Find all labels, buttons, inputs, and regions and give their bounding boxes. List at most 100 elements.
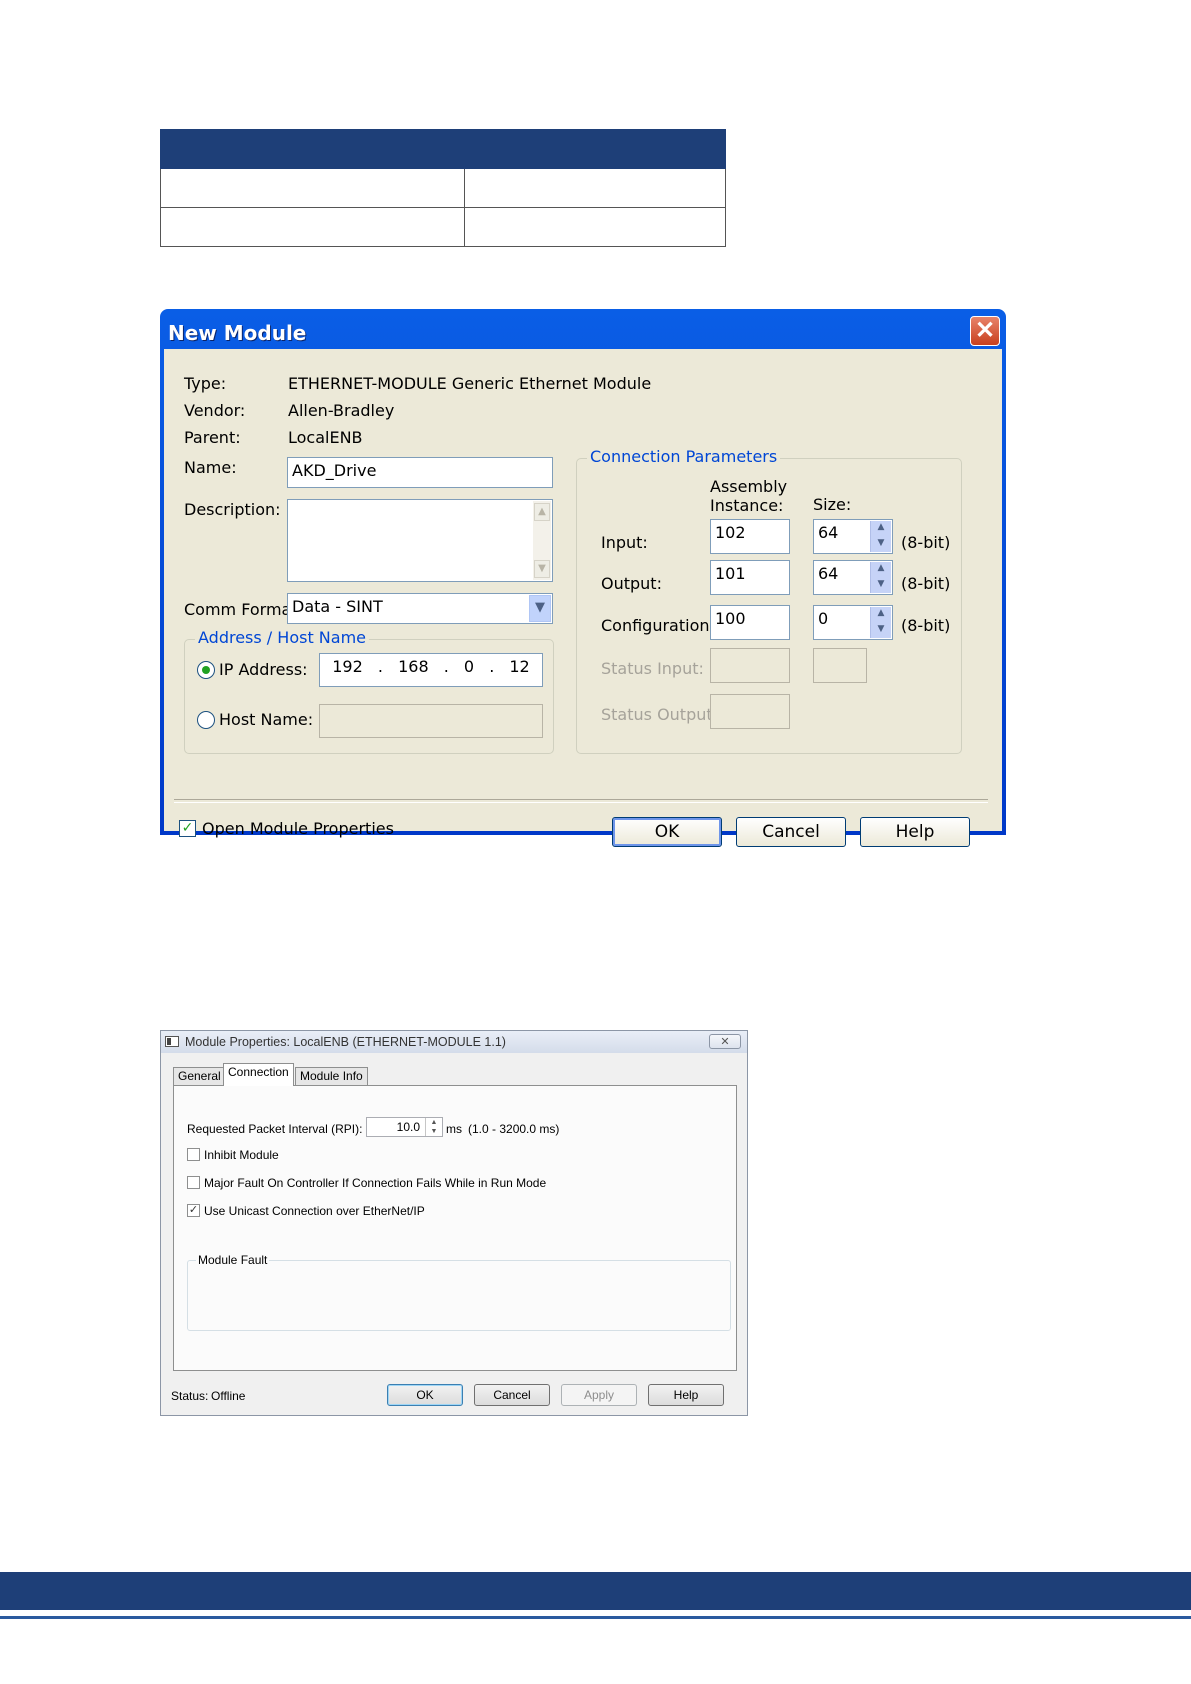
output-instance-field[interactable]: 101 xyxy=(710,560,790,595)
close-icon[interactable]: ✕ xyxy=(970,316,1000,346)
spin-down-icon[interactable]: ▼ xyxy=(871,623,891,639)
comm-format-select[interactable]: Data - SINT ▼ xyxy=(287,593,553,624)
spinner[interactable]: ▲ ▼ xyxy=(870,562,891,593)
description-textarea[interactable]: ▲ ▼ xyxy=(287,499,553,582)
inhibit-module-checkbox[interactable] xyxy=(187,1148,200,1161)
cancel-button[interactable]: Cancel xyxy=(736,817,846,847)
name-input[interactable]: AKD_Drive xyxy=(287,457,553,488)
size-header: Size: xyxy=(813,495,852,514)
ip-octet-2: 168 xyxy=(398,657,429,676)
module-properties-dialog: Module Properties: LocalENB (ETHERNET-MO… xyxy=(160,1030,748,1416)
app-icon xyxy=(165,1036,179,1047)
description-scrollbar[interactable]: ▲ ▼ xyxy=(533,501,551,580)
close-icon[interactable]: ✕ xyxy=(709,1034,741,1049)
help-button[interactable]: Help xyxy=(860,817,970,847)
parent-label: Parent: xyxy=(184,428,241,447)
major-fault-checkbox[interactable] xyxy=(187,1176,200,1189)
scroll-up-icon[interactable]: ▲ xyxy=(534,503,550,521)
comm-format-value: Data - SINT xyxy=(292,597,383,616)
ok-button[interactable]: OK xyxy=(387,1384,463,1406)
ip-octet-1: 192 xyxy=(332,657,363,676)
spin-up-icon[interactable]: ▲ xyxy=(871,521,891,537)
ip-dot: . xyxy=(489,657,495,676)
divider xyxy=(174,799,988,803)
status-value: Offline xyxy=(211,1389,246,1403)
configuration-instance-field[interactable]: 100 xyxy=(710,605,790,640)
unicast-checkbox[interactable]: ✓ xyxy=(187,1204,200,1217)
output-size-value: 64 xyxy=(818,564,839,583)
cancel-button[interactable]: Cancel xyxy=(474,1384,550,1406)
tab-module-info[interactable]: Module Info xyxy=(295,1067,368,1085)
spinner[interactable]: ▲ ▼ xyxy=(425,1118,442,1136)
vendor-label: Vendor: xyxy=(184,401,246,420)
status-input-instance-field xyxy=(710,648,790,683)
input-unit: (8-bit) xyxy=(901,533,951,552)
connection-parameters-label: Connection Parameters xyxy=(587,447,781,466)
major-fault-label: Major Fault On Controller If Connection … xyxy=(204,1176,547,1190)
status-output-instance-field xyxy=(710,694,790,729)
ip-address-radio[interactable] xyxy=(197,661,215,679)
ip-dot: . xyxy=(377,657,383,676)
status-label: Status: xyxy=(171,1389,209,1403)
title-bar: Module Properties: LocalENB (ETHERNET-MO… xyxy=(161,1031,747,1053)
spin-down-icon[interactable]: ▼ xyxy=(871,537,891,553)
spin-up-icon[interactable]: ▲ xyxy=(426,1118,442,1127)
ok-button[interactable]: OK xyxy=(612,817,722,847)
rpi-label: Requested Packet Interval (RPI): xyxy=(187,1122,363,1136)
ip-octet-4: 12 xyxy=(509,657,530,676)
tab-general[interactable]: General xyxy=(173,1067,226,1085)
rpi-input[interactable]: 10.0 ▲ ▼ xyxy=(366,1117,443,1137)
configuration-unit: (8-bit) xyxy=(901,616,951,635)
output-label: Output: xyxy=(601,574,662,593)
chevron-down-icon[interactable]: ▼ xyxy=(529,595,551,622)
dialog-title: New Module xyxy=(168,321,307,345)
scroll-down-icon[interactable]: ▼ xyxy=(534,560,550,578)
open-module-properties-label: Open Module Properties xyxy=(202,819,394,838)
assembly-instance-header-line1: Assembly xyxy=(710,477,788,496)
spin-up-icon[interactable]: ▲ xyxy=(871,562,891,578)
input-size-field[interactable]: 64 ▲ ▼ xyxy=(813,519,893,554)
vendor-value: Allen-Bradley xyxy=(288,401,395,420)
input-size-value: 64 xyxy=(818,523,839,542)
table-header-row xyxy=(160,129,726,169)
output-unit: (8-bit) xyxy=(901,574,951,593)
rpi-unit: ms xyxy=(446,1122,462,1136)
input-label: Input: xyxy=(601,533,648,552)
address-group: Address / Host Name IP Address: 192 . 16… xyxy=(184,628,554,754)
spin-down-icon[interactable]: ▼ xyxy=(426,1127,442,1136)
dialog-body: Type: ETHERNET-MODULE Generic Ethernet M… xyxy=(164,349,1002,847)
configuration-size-field[interactable]: 0 ▲ ▼ xyxy=(813,605,893,640)
type-label: Type: xyxy=(184,374,227,393)
host-name-label: Host Name: xyxy=(219,710,314,729)
configuration-label: Configuration: xyxy=(601,616,715,635)
spin-up-icon[interactable]: ▲ xyxy=(871,607,891,623)
open-module-properties-checkbox[interactable]: ✓ xyxy=(179,820,196,837)
ip-dot: . xyxy=(443,657,449,676)
rpi-value: 10.0 xyxy=(396,1120,420,1134)
tab-connection[interactable]: Connection xyxy=(223,1063,294,1086)
footer-rule xyxy=(0,1616,1191,1619)
module-fault-label: Module Fault xyxy=(196,1253,270,1267)
help-button[interactable]: Help xyxy=(648,1384,724,1406)
ip-address-label: IP Address: xyxy=(219,660,308,679)
parent-value: LocalENB xyxy=(288,428,363,447)
assembly-instance-header-line2: Instance: xyxy=(710,496,784,515)
comm-format-label: Comm Format: xyxy=(184,600,303,619)
ip-address-input[interactable]: 192 . 168 . 0 . 12 xyxy=(319,653,543,687)
address-group-label: Address / Host Name xyxy=(195,628,369,647)
output-size-field[interactable]: 64 ▲ ▼ xyxy=(813,560,893,595)
input-instance-field[interactable]: 102 xyxy=(710,519,790,554)
connection-tab-panel: Requested Packet Interval (RPI): 10.0 ▲ ▼… xyxy=(173,1085,737,1371)
spinner[interactable]: ▲ ▼ xyxy=(870,521,891,552)
spin-down-icon[interactable]: ▼ xyxy=(871,578,891,594)
apply-button[interactable]: Apply xyxy=(561,1384,637,1406)
host-name-input[interactable] xyxy=(319,704,543,738)
status-input-size-field xyxy=(813,648,867,683)
host-name-radio[interactable] xyxy=(197,711,215,729)
inhibit-module-label: Inhibit Module xyxy=(204,1148,279,1162)
footer-bar xyxy=(0,1572,1191,1610)
spinner[interactable]: ▲ ▼ xyxy=(870,607,891,638)
status-output-label: Status Output: xyxy=(601,705,719,724)
type-value: ETHERNET-MODULE Generic Ethernet Module xyxy=(288,374,652,393)
table-cell xyxy=(464,207,726,247)
